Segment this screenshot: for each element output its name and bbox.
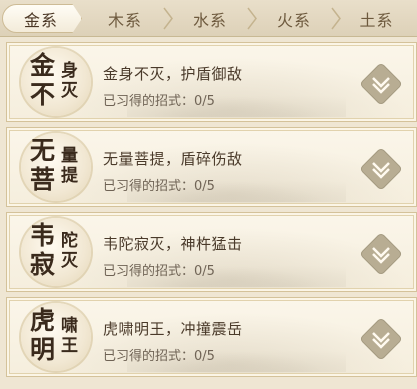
emblem-glyph: 啸 bbox=[61, 316, 78, 336]
tab-fire[interactable]: 火系 bbox=[252, 0, 341, 37]
chevron-down-diamond-icon[interactable] bbox=[358, 316, 404, 362]
tab-water[interactable]: 水系 bbox=[168, 0, 257, 37]
tab-metal[interactable]: 金系 bbox=[0, 0, 82, 37]
tab-separator-icon bbox=[247, 7, 257, 30]
emblem-glyph: 虎 bbox=[30, 306, 56, 335]
calligraphy-emblem-icon: 虎 明 啸 王 bbox=[18, 300, 94, 374]
tab-water-label: 水系 bbox=[192, 10, 227, 30]
emblem-glyph: 韦 bbox=[30, 221, 56, 250]
calligraphy-emblem-icon: 韦 寂 陀 灭 bbox=[18, 215, 94, 289]
tab-earth[interactable]: 土系 bbox=[336, 0, 417, 37]
tab-separator-icon bbox=[331, 7, 341, 30]
emblem-glyph: 灭 bbox=[61, 81, 78, 101]
skill-name: 金身不灭，护盾御敌 bbox=[103, 65, 243, 83]
skill-name: 韦陀寂灭，神杵猛击 bbox=[103, 235, 243, 253]
tab-separator-icon bbox=[163, 7, 173, 30]
skill-name: 无量菩提，盾碎伤敌 bbox=[103, 150, 243, 168]
element-tab-bar: 金系 木系 水系 火系 土系 bbox=[0, 0, 417, 37]
emblem-glyph: 金 bbox=[30, 51, 56, 80]
skill-progress: 已习得的招式：0/5 bbox=[103, 264, 215, 279]
skill-card[interactable]: 韦 寂 陀 灭 韦陀寂灭，神杵猛击 已习得的招式：0/5 bbox=[6, 212, 417, 292]
emblem-glyph: 无 bbox=[30, 136, 56, 165]
emblem-glyph: 提 bbox=[61, 166, 78, 186]
emblem-glyph: 明 bbox=[30, 335, 56, 364]
emblem-glyph: 灭 bbox=[61, 251, 78, 271]
skill-progress: 已习得的招式：0/5 bbox=[103, 94, 215, 109]
skill-progress: 已习得的招式：0/5 bbox=[103, 349, 215, 364]
skill-card[interactable]: 无 菩 量 提 无量菩提，盾碎伤敌 已习得的招式：0/5 bbox=[6, 127, 417, 207]
emblem-glyph: 寂 bbox=[30, 250, 56, 279]
tab-fire-label: 火系 bbox=[276, 10, 311, 30]
tab-wood[interactable]: 木系 bbox=[82, 0, 173, 37]
emblem-glyph: 量 bbox=[61, 146, 78, 166]
skill-card[interactable]: 虎 明 啸 王 虎啸明王，冲撞震岳 已习得的招式：0/5 bbox=[6, 297, 417, 377]
calligraphy-emblem-icon: 金 不 身 灭 bbox=[18, 45, 94, 119]
emblem-glyph: 陀 bbox=[61, 231, 78, 251]
emblem-glyph: 不 bbox=[30, 80, 56, 109]
tab-metal-label: 金系 bbox=[23, 10, 58, 30]
emblem-glyph: 菩 bbox=[30, 165, 56, 194]
emblem-glyph: 王 bbox=[61, 336, 78, 356]
skill-progress: 已习得的招式：0/5 bbox=[103, 179, 215, 194]
calligraphy-emblem-icon: 无 菩 量 提 bbox=[18, 130, 94, 204]
chevron-down-diamond-icon[interactable] bbox=[358, 146, 404, 192]
tab-wood-label: 木系 bbox=[107, 10, 142, 30]
tab-earth-label: 土系 bbox=[359, 10, 394, 30]
chevron-down-diamond-icon[interactable] bbox=[358, 61, 404, 107]
emblem-glyph: 身 bbox=[61, 61, 78, 81]
skill-name: 虎啸明王，冲撞震岳 bbox=[103, 320, 243, 338]
skill-card[interactable]: 金 不 身 灭 金身不灭，护盾御敌 已习得的招式：0/5 bbox=[6, 42, 417, 122]
chevron-down-diamond-icon[interactable] bbox=[358, 231, 404, 277]
